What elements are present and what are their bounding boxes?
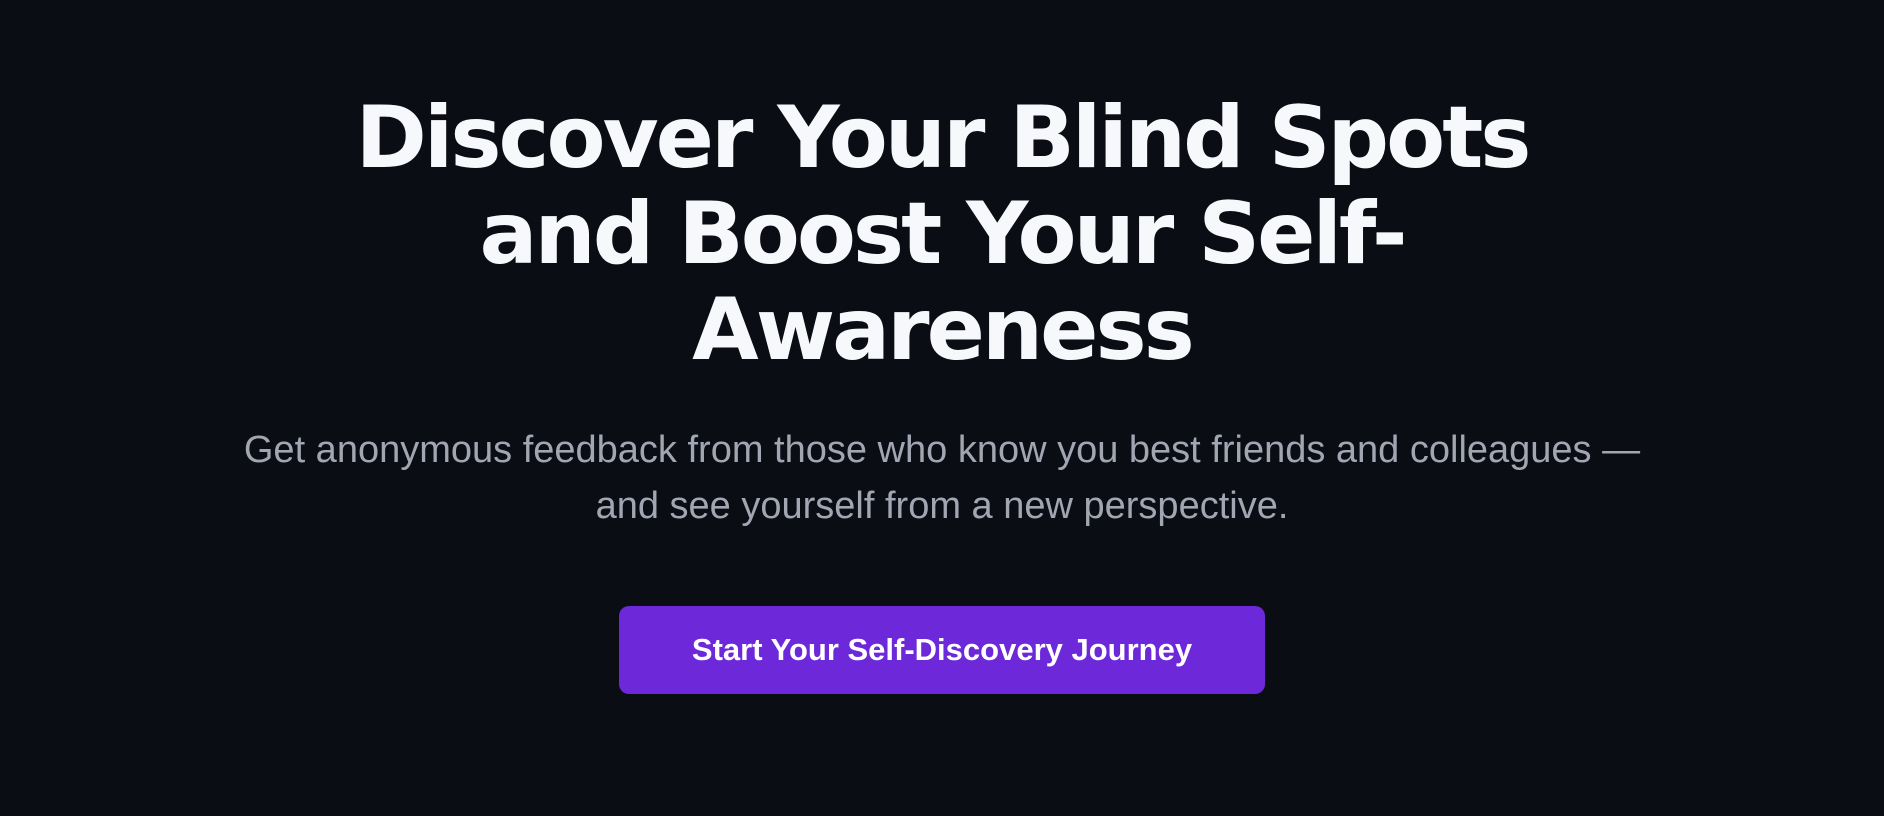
hero-title-line: Awareness <box>692 280 1195 380</box>
start-journey-button[interactable]: Start Your Self-Discovery Journey <box>619 606 1265 694</box>
hero-section: Discover Your Blind Spots and Boost Your… <box>0 0 1884 816</box>
hero-subtitle-line: Get anonymous feedback from those who kn… <box>243 429 1641 471</box>
hero-title-line: and Boost Your Self- <box>479 184 1407 284</box>
hero-subtitle-line: and see yourself from a new perspective. <box>595 485 1289 527</box>
hero-subtitle: Get anonymous feedback from those who kn… <box>142 422 1742 534</box>
hero-title: Discover Your Blind Spots and Boost Your… <box>322 90 1562 378</box>
hero-title-line: Discover Your Blind Spots <box>355 88 1531 188</box>
